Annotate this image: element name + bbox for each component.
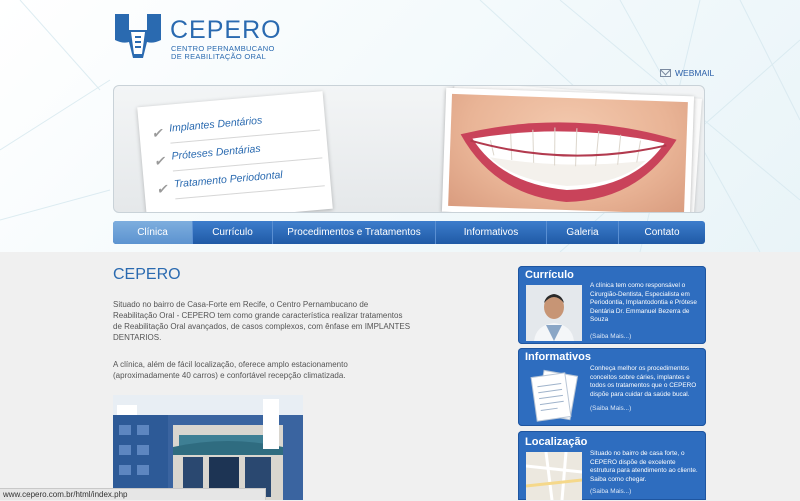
sidebar-box-text: Situado no bairro de casa forte, o CEPER…: [590, 450, 698, 483]
webmail-label: WEBMAIL: [675, 68, 715, 78]
sidebar-box-curriculo[interactable]: Currículo A clínica tem como responsável…: [518, 266, 706, 344]
sidebar-box-title: Currículo: [525, 269, 574, 281]
banner-item-label: Próteses Dentárias: [171, 142, 262, 163]
main-nav: Clínica Currículo Procedimentos e Tratam…: [113, 221, 705, 244]
smile-photo-frame: [441, 87, 695, 212]
smile-photo: [448, 93, 688, 212]
nav-item-clinica[interactable]: Clínica: [113, 221, 193, 244]
browser-status-bar: www.cepero.com.br/html/index.php: [0, 488, 266, 500]
logo[interactable]: CEPERO CENTRO PERNAMBUCANO DE REABILITAÇ…: [113, 12, 281, 72]
check-icon: ✔: [153, 153, 166, 170]
page-title: CEPERO: [113, 266, 181, 283]
saiba-mais-link[interactable]: (Saiba Mais...): [590, 405, 631, 412]
nav-item-curriculo[interactable]: Currículo: [193, 221, 273, 244]
tooth-logo-icon: [115, 14, 161, 58]
hero-banner: ✔ Implantes Dentários ✔ Próteses Dentári…: [113, 85, 705, 213]
sidebar-box-title: Informativos: [525, 351, 592, 363]
envelope-icon: [660, 69, 671, 77]
nav-item-procedimentos[interactable]: Procedimentos e Tratamentos: [273, 221, 436, 244]
nav-item-contato[interactable]: Contato: [619, 221, 705, 244]
map-thumbnail: [526, 452, 582, 500]
sidebar-box-localizacao[interactable]: Localização Situado no bairro de casa fo…: [518, 431, 706, 500]
services-note-card: ✔ Implantes Dentários ✔ Próteses Dentári…: [137, 91, 333, 212]
clinic-building-photo: [113, 395, 303, 500]
doctor-photo: [526, 285, 582, 341]
logo-subtitle-line-2: DE REABILITAÇÃO ORAL: [171, 52, 267, 61]
documents-icon: [526, 367, 582, 423]
saiba-mais-link[interactable]: (Saiba Mais...): [590, 333, 631, 340]
logo-name: CEPERO: [170, 16, 282, 44]
location-paragraph: A clínica, além de fácil localização, of…: [113, 360, 348, 380]
saiba-mais-link[interactable]: (Saiba Mais...): [590, 488, 631, 495]
banner-item-label: Implantes Dentários: [168, 114, 263, 135]
banner-item-label: Tratamento Periodontal: [173, 168, 284, 191]
banner-item-periodontal: ✔ Tratamento Periodontal: [156, 165, 325, 200]
sidebar-box-text: A clínica tem como responsável o Cirurgi…: [590, 282, 697, 324]
check-icon: ✔: [150, 125, 164, 142]
nav-item-informativos[interactable]: Informativos: [436, 221, 547, 244]
nav-item-galeria[interactable]: Galeria: [547, 221, 619, 244]
sidebar-box-title: Localização: [525, 436, 588, 448]
logo-subtitle: CENTRO PERNAMBUCANO DE REABILITAÇÃO ORAL: [171, 45, 281, 61]
sidebar-box-text: Conheça melhor os procedimentos conceito…: [590, 365, 697, 398]
intro-paragraph: Situado no bairro de Casa-Forte em Recif…: [113, 300, 411, 342]
check-icon: ✔: [155, 181, 168, 197]
sidebar-box-informativos[interactable]: Informativos Conheça melhor os procedime…: [518, 348, 706, 426]
